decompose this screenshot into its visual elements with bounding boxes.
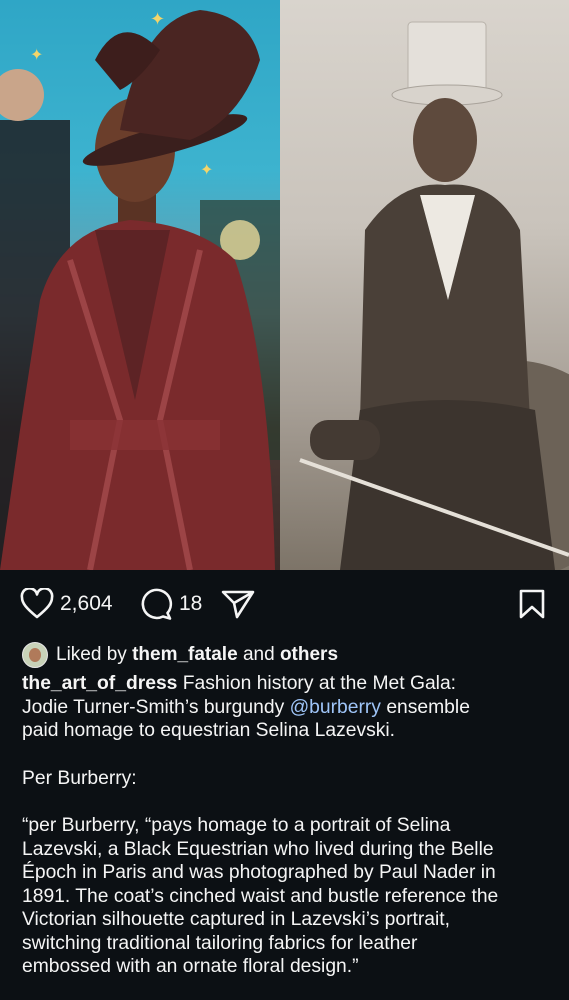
portrait-illustration <box>299 21 569 570</box>
caption-username[interactable]: the_art_of_dress <box>22 673 177 694</box>
liked-by-user[interactable]: them_fatale <box>132 644 238 666</box>
comment-action[interactable]: 18 <box>139 588 202 620</box>
selina-lazevski-photo[interactable] <box>280 0 569 570</box>
quote-line: Victorian silhouette captured in Lazevsk… <box>22 909 450 930</box>
quote-line: 1891. The coat’s cinched waist and bustl… <box>22 885 499 907</box>
quote-line: Lazevski, a Black Equestrian who lived d… <box>22 838 494 860</box>
svg-text:✦: ✦ <box>150 9 165 29</box>
met-gala-photo[interactable]: ✦ ✦ ✦ <box>0 0 280 570</box>
quote-line: switching traditional tailoring fabrics … <box>22 932 418 954</box>
caption-para2: Per Burberry: <box>22 767 137 789</box>
liked-by-prefix: Liked by <box>56 644 127 665</box>
post-media[interactable]: ✦ ✦ ✦ <box>0 0 569 570</box>
svg-text:✦: ✦ <box>200 162 213 179</box>
bookmark-icon[interactable] <box>518 588 546 620</box>
quote-line: embossed with an ornate floral design.” <box>22 956 359 977</box>
met-gala-illustration: ✦ ✦ ✦ <box>0 9 280 570</box>
avatar[interactable] <box>22 642 48 668</box>
mention-link[interactable]: @burberry <box>290 697 381 718</box>
quote-line: Époch in Paris and was photographed by P… <box>22 862 496 883</box>
like-count[interactable]: 2,604 <box>60 592 113 616</box>
heart-icon[interactable] <box>20 588 54 620</box>
svg-text:✦: ✦ <box>30 47 43 64</box>
save-action[interactable] <box>518 588 546 620</box>
comment-icon[interactable] <box>139 588 173 620</box>
liked-by-and: and <box>242 644 275 665</box>
caption-line2a: Jodie Turner-Smith’s burgundy <box>22 696 285 718</box>
caption-line1: Fashion history at the Met Gala: <box>182 673 457 694</box>
like-action[interactable]: 2,604 <box>20 588 113 620</box>
send-icon[interactable] <box>220 588 256 620</box>
share-action[interactable] <box>220 588 256 620</box>
comment-count[interactable]: 18 <box>179 592 202 616</box>
quote-line: “per Burberry, “pays homage to a portrai… <box>22 815 451 836</box>
caption-line3: paid homage to equestrian Selina Lazevsk… <box>22 720 396 741</box>
liked-by-others[interactable]: others <box>280 644 338 666</box>
liked-by-row[interactable]: Liked by them_fatale and others <box>22 642 338 668</box>
caption-line2b: ensemble <box>386 696 470 718</box>
post-caption: the_art_of_dress Fashion history at the … <box>22 672 552 979</box>
